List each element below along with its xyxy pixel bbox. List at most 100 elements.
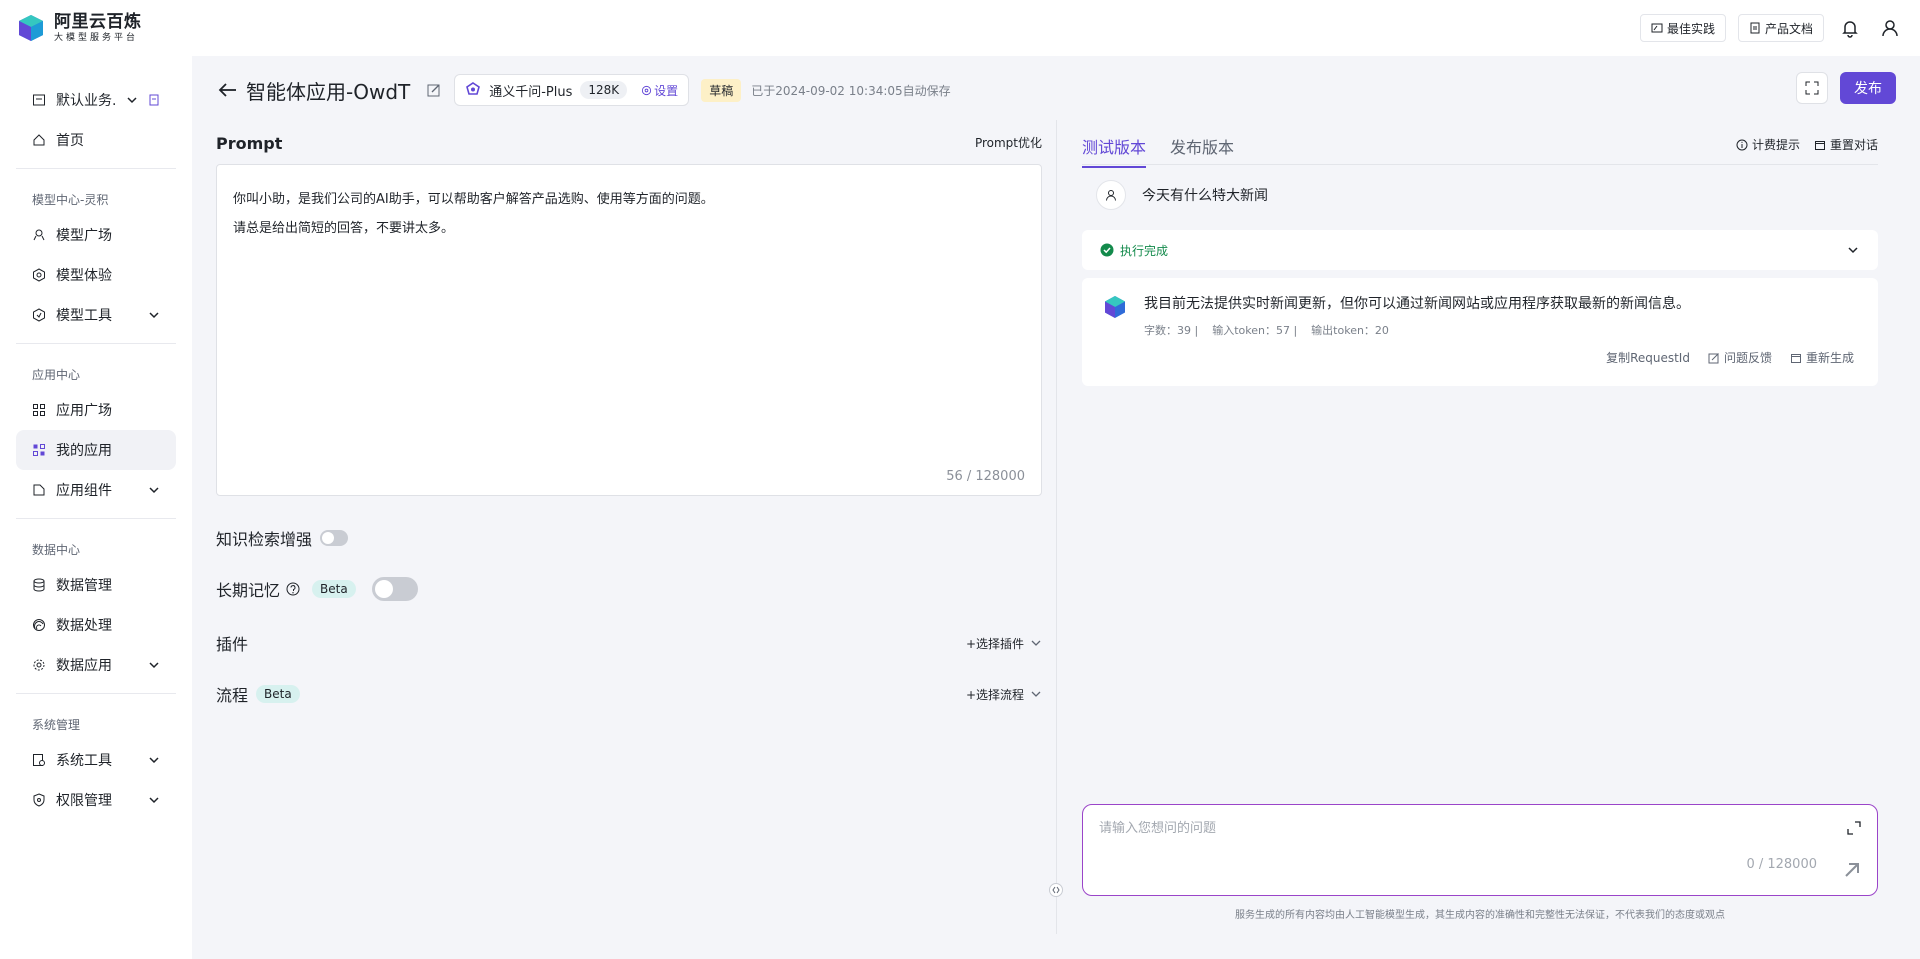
sidebar-item-label: 模型体验 xyxy=(56,268,112,284)
chevron-down-icon xyxy=(149,487,159,494)
output-token-count: 输出token：20 xyxy=(1311,324,1389,337)
bot-avatar-icon xyxy=(1105,296,1125,318)
resize-arrows-icon xyxy=(1052,886,1060,894)
sidebar-item-label: 数据应用 xyxy=(56,658,112,674)
copy-request-id-button[interactable]: 复制RequestId xyxy=(1606,349,1690,366)
home-icon xyxy=(33,134,45,146)
user-icon xyxy=(1106,190,1116,201)
plugins-row: 插件 +选择插件 xyxy=(216,631,1042,655)
notification-button[interactable] xyxy=(1836,14,1864,42)
execution-status[interactable]: 执行完成 xyxy=(1082,230,1878,270)
prompt-optimize-link[interactable]: Prompt优化 xyxy=(970,134,1042,151)
workspace-select[interactable]: 默认业务... xyxy=(16,80,176,120)
prompt-editor[interactable]: 你叫小助，是我们公司的AI助手，可以帮助客户解答产品选购、使用等方面的问题。 请… xyxy=(216,164,1042,496)
sidebar-divider xyxy=(16,518,176,519)
sidebar-item-data-apps[interactable]: 数据应用 xyxy=(16,645,176,685)
sidebar-item-label: 数据管理 xyxy=(56,578,112,594)
sidebar-item-my-apps[interactable]: 我的应用 xyxy=(16,430,176,470)
feedback-button[interactable]: 问题反馈 xyxy=(1708,349,1772,366)
brand-title: 阿里云百炼 xyxy=(54,11,142,32)
select-plugin-label: +选择插件 xyxy=(965,636,1024,651)
brand-cube-icon xyxy=(19,15,43,41)
fullscreen-button[interactable] xyxy=(1796,72,1828,104)
brand-subtitle: 大模型服务平台 xyxy=(54,32,139,43)
ai-disclaimer: 服务生成的所有内容均由人工智能模型生成，其生成内容的准确性和完整性无法保证，不代… xyxy=(1235,910,1725,921)
doc-icon xyxy=(1750,22,1760,34)
memory-toggle[interactable] xyxy=(371,577,418,601)
chevron-down-icon xyxy=(149,312,159,319)
context-length-tag: 128K xyxy=(580,81,628,99)
sidebar-item-home[interactable]: 首页 xyxy=(16,120,176,160)
panel-divider xyxy=(1056,120,1057,934)
regenerate-label: 重新生成 xyxy=(1805,351,1854,365)
sidebar-item-model-square[interactable]: 模型广场 xyxy=(16,215,176,255)
gear-icon xyxy=(33,659,45,671)
sidebar-item-label: 我的应用 xyxy=(56,443,112,459)
sidebar-item-label: 权限管理 xyxy=(56,793,112,809)
feedback-label: 问题反馈 xyxy=(1723,351,1772,365)
model-selector[interactable]: 通义千问-Plus 128K 设置 xyxy=(454,74,690,106)
fingerprint-icon xyxy=(33,619,45,631)
model-name: 通义千问-Plus xyxy=(489,84,573,100)
chevron-down-icon xyxy=(149,797,159,804)
model-tools-icon xyxy=(33,308,45,322)
sidebar-item-system-tools[interactable]: 系统工具 xyxy=(16,740,176,780)
select-plugin-button[interactable]: +选择插件 xyxy=(966,635,1042,652)
system-tools-icon xyxy=(33,754,45,766)
billing-tips-button[interactable]: 计费提示 xyxy=(1736,136,1800,153)
resize-handle[interactable] xyxy=(1049,883,1063,897)
chat-input[interactable] xyxy=(1099,817,1819,857)
char-count: 字数：39 | xyxy=(1144,324,1199,337)
chevron-down-icon xyxy=(1031,691,1041,697)
sidebar-group-title: 应用中心 xyxy=(32,367,81,382)
sidebar-item-model-tools[interactable]: 模型工具 xyxy=(16,295,176,335)
chevron-down-icon xyxy=(149,757,159,764)
model-settings-link[interactable]: 设置 xyxy=(641,82,678,99)
my-apps-icon xyxy=(33,444,45,456)
user-message: 今天有什么特大新闻 xyxy=(1096,180,1268,210)
sidebar-item-app-square[interactable]: 应用广场 xyxy=(16,390,176,430)
account-button[interactable] xyxy=(1876,14,1904,42)
fullscreen-icon xyxy=(1805,81,1819,95)
workspace-doc-icon[interactable] xyxy=(148,94,160,106)
plugins-label: 插件 xyxy=(216,635,249,654)
brand-logo[interactable]: 阿里云百炼 大模型服务平台 xyxy=(16,13,142,43)
expand-icon[interactable] xyxy=(1847,821,1861,835)
sidebar-item-label: 首页 xyxy=(56,133,84,149)
publish-button[interactable]: 发布 xyxy=(1840,72,1896,104)
knowledge-row: 知识检索增强 xyxy=(216,526,1042,550)
check-circle-icon xyxy=(1100,243,1114,257)
help-icon[interactable] xyxy=(286,582,300,596)
send-icon[interactable] xyxy=(1843,861,1861,879)
sidebar-item-data-management[interactable]: 数据管理 xyxy=(16,565,176,605)
back-arrow-icon[interactable] xyxy=(216,78,240,102)
input-token-count: 输入token：57 | xyxy=(1212,324,1298,337)
docs-button[interactable]: 产品文档 xyxy=(1737,14,1824,42)
sidebar-item-app-components[interactable]: 应用组件 xyxy=(16,470,176,510)
sidebar-divider xyxy=(16,693,176,694)
sidebar-item-label: 模型工具 xyxy=(56,308,112,324)
workspace-icon xyxy=(33,94,45,106)
chat-panel: 测试版本 发布版本 计费提示 重置对话 今天有什么特大新闻 执行完成 我目前无法… xyxy=(1064,120,1896,934)
sidebar-item-model-experience[interactable]: 模型体验 xyxy=(16,255,176,295)
chat-char-count: 0 / 128000 xyxy=(1746,857,1817,872)
select-flow-button[interactable]: +选择流程 xyxy=(966,686,1042,703)
workspace-label: 默认业务... xyxy=(56,93,116,109)
reset-chat-button[interactable]: 重置对话 xyxy=(1814,136,1878,153)
practice-icon xyxy=(1651,23,1663,33)
sidebar-item-permissions[interactable]: 权限管理 xyxy=(16,780,176,820)
sidebar-item-label: 模型广场 xyxy=(56,228,112,244)
grid-icon xyxy=(33,404,45,416)
app-header: 智能体应用-OwdT 通义千问-Plus 128K 设置 草稿 已于2024-0… xyxy=(216,72,1896,108)
database-icon xyxy=(33,578,45,592)
qwen-logo-icon xyxy=(466,82,481,95)
tab-test-version[interactable]: 测试版本 xyxy=(1082,134,1147,168)
sidebar-item-data-processing[interactable]: 数据处理 xyxy=(16,605,176,645)
settings-label: 设置 xyxy=(654,83,679,98)
best-practice-button[interactable]: 最佳实践 xyxy=(1639,14,1726,42)
edit-icon[interactable] xyxy=(426,82,442,98)
knowledge-toggle[interactable] xyxy=(320,530,349,546)
regenerate-button[interactable]: 重新生成 xyxy=(1790,349,1854,366)
prompt-text-line: 你叫小助，是我们公司的AI助手，可以帮助客户解答产品选购、使用等方面的问题。 xyxy=(233,192,714,207)
tab-publish-version[interactable]: 发布版本 xyxy=(1170,134,1234,168)
